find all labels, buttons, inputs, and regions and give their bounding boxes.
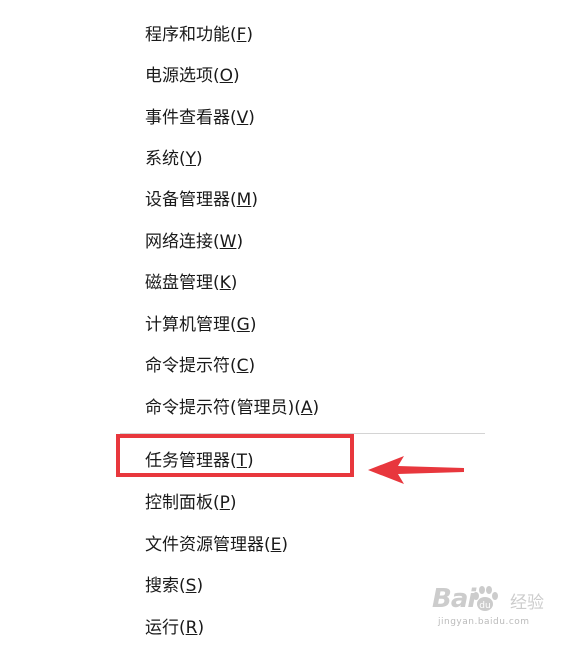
menu-item-accelerator: O (219, 66, 234, 86)
menu-item-label: 计算机管理 (145, 315, 230, 335)
paw-icon: du (473, 586, 498, 611)
menu-item-accelerator: R (185, 618, 198, 638)
menu-item-power-options[interactable]: 电源选项(O) (145, 62, 240, 90)
watermark: Bai du 经验 jingyan.baidu.com (432, 584, 562, 634)
menu-item-accelerator: P (219, 493, 230, 513)
menu-item-accelerator: S (185, 576, 197, 596)
menu-item-device-manager[interactable]: 设备管理器(M) (145, 186, 258, 214)
menu-item-disk-management[interactable]: 磁盘管理(K) (145, 269, 237, 297)
menu-item-computer-management[interactable]: 计算机管理(G) (145, 311, 256, 339)
menu-item-accelerator: G (236, 315, 250, 335)
menu-item-network-connections[interactable]: 网络连接(W) (145, 228, 243, 256)
menu-item-accelerator: C (236, 356, 249, 376)
menu-item-accelerator: M (236, 190, 252, 210)
menu-item-command-prompt-admin[interactable]: 命令提示符(管理员)(A) (145, 394, 319, 422)
menu-item-label: 事件查看器 (145, 108, 230, 128)
highlight-annotation-box (116, 434, 354, 477)
menu-item-label: 控制面板 (145, 493, 213, 513)
menu-item-file-explorer[interactable]: 文件资源管理器(E) (145, 531, 288, 559)
context-menu: 程序和功能(F) 电源选项(O) 事件查看器(V) 系统(Y) 设备管理器(M)… (0, 0, 569, 645)
menu-item-label: 设备管理器 (145, 190, 230, 210)
menu-item-accelerator: F (236, 25, 247, 45)
menu-item-label: 磁盘管理 (145, 273, 213, 293)
menu-item-label: 运行 (145, 618, 179, 638)
menu-item-control-panel[interactable]: 控制面板(P) (145, 489, 237, 517)
menu-item-programs-and-features[interactable]: 程序和功能(F) (145, 21, 253, 49)
menu-item-label: 系统 (145, 149, 179, 169)
menu-item-label: 命令提示符 (145, 356, 230, 376)
watermark-cn-text: 经验 (510, 593, 544, 613)
menu-item-run[interactable]: 运行(R) (145, 614, 204, 642)
menu-item-label: 电源选项 (145, 66, 213, 86)
menu-item-search[interactable]: 搜索(S) (145, 572, 203, 600)
menu-item-accelerator: K (219, 273, 231, 293)
watermark-url: jingyan.baidu.com (438, 617, 530, 627)
menu-item-label: 文件资源管理器 (145, 535, 264, 555)
menu-item-event-viewer[interactable]: 事件查看器(V) (145, 104, 255, 132)
menu-item-accelerator: V (236, 108, 249, 128)
menu-item-label: 程序和功能 (145, 25, 230, 45)
pointer-arrow-icon (368, 456, 464, 484)
svg-text:du: du (479, 601, 490, 611)
menu-item-command-prompt[interactable]: 命令提示符(C) (145, 352, 255, 380)
watermark-logo: Bai (432, 584, 476, 614)
menu-item-accelerator: A (300, 398, 313, 418)
menu-item-label: 网络连接 (145, 232, 213, 252)
menu-item-label: 搜索 (145, 576, 179, 596)
menu-item-accelerator: Y (185, 149, 197, 169)
menu-item-accelerator: W (219, 232, 237, 252)
menu-item-system[interactable]: 系统(Y) (145, 145, 203, 173)
menu-item-label: 命令提示符(管理员) (145, 398, 295, 418)
menu-item-accelerator: E (270, 535, 282, 555)
